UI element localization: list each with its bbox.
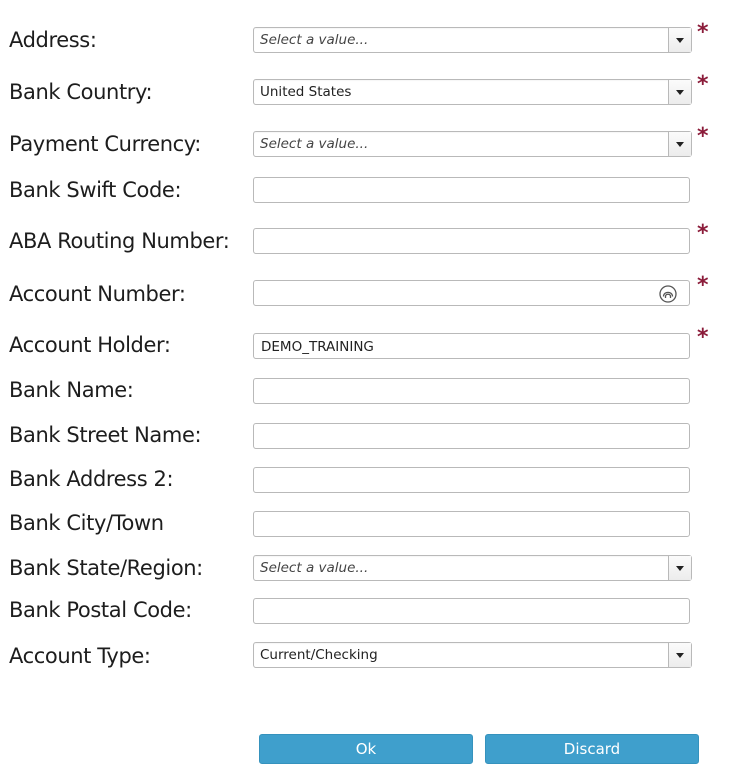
ok-button[interactable]: Ok — [259, 734, 473, 764]
bank-state-region-placeholder: Select a value... — [260, 560, 369, 576]
chevron-down-icon[interactable] — [668, 556, 691, 580]
address-label: Address: — [9, 28, 97, 52]
account-type-label: Account Type: — [9, 644, 151, 668]
bank-country-label: Bank Country: — [9, 80, 153, 104]
required-marker: * — [697, 72, 709, 97]
bank-swift-code-label: Bank Swift Code: — [9, 178, 182, 202]
payment-currency-select[interactable]: Select a value... — [253, 131, 692, 157]
chevron-down-icon[interactable] — [668, 28, 691, 52]
bank-city-town-input[interactable] — [253, 511, 690, 537]
account-holder-value: DEMO_TRAINING — [261, 339, 374, 355]
account-type-select[interactable]: Current/Checking — [253, 642, 692, 668]
chevron-down-icon[interactable] — [668, 80, 691, 104]
bank-state-region-label: Bank State/Region: — [9, 556, 203, 580]
bank-state-region-select[interactable]: Select a value... — [253, 555, 692, 581]
bank-name-label: Bank Name: — [9, 378, 134, 402]
bank-street-name-label: Bank Street Name: — [9, 423, 202, 447]
address-select[interactable]: Select a value... — [253, 27, 692, 53]
chevron-down-icon[interactable] — [668, 643, 691, 667]
account-holder-label: Account Holder: — [9, 333, 171, 357]
bank-address-2-label: Bank Address 2: — [9, 467, 174, 491]
bank-swift-code-input[interactable] — [253, 177, 690, 203]
bank-country-value: United States — [260, 84, 352, 100]
eye-icon[interactable] — [659, 285, 677, 303]
bank-city-town-label: Bank City/Town — [9, 511, 164, 535]
payment-currency-placeholder: Select a value... — [260, 136, 369, 152]
required-marker: * — [697, 20, 709, 45]
account-number-label: Account Number: — [9, 282, 186, 306]
account-type-value: Current/Checking — [260, 647, 378, 663]
chevron-down-icon[interactable] — [668, 132, 691, 156]
bank-street-name-input[interactable] — [253, 423, 690, 449]
bank-name-input[interactable] — [253, 378, 690, 404]
account-number-input[interactable] — [253, 280, 690, 306]
address-select-placeholder: Select a value... — [260, 32, 369, 48]
required-marker: * — [697, 325, 709, 350]
discard-button[interactable]: Discard — [485, 734, 699, 764]
aba-routing-number-label: ABA Routing Number: — [9, 229, 230, 253]
bank-address-2-input[interactable] — [253, 467, 690, 493]
required-marker: * — [697, 221, 709, 246]
bank-postal-code-label: Bank Postal Code: — [9, 598, 192, 622]
required-marker: * — [697, 273, 709, 298]
required-marker: * — [697, 124, 709, 149]
payment-currency-label: Payment Currency: — [9, 132, 201, 156]
bank-postal-code-input[interactable] — [253, 598, 690, 624]
aba-routing-number-input[interactable] — [253, 228, 690, 254]
bank-country-select[interactable]: United States — [253, 79, 692, 105]
account-holder-input[interactable]: DEMO_TRAINING — [253, 333, 690, 359]
